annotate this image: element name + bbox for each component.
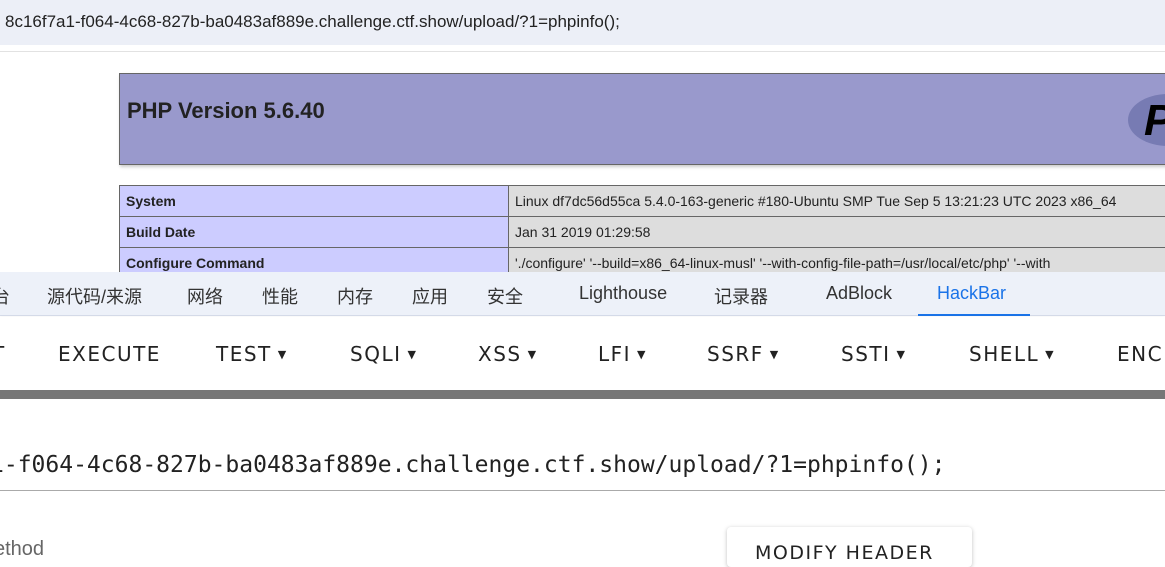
- tab-lighthouse[interactable]: Lighthouse: [579, 283, 667, 304]
- row-value: Linux df7dc56d55ca 5.4.0-163-generic #18…: [509, 186, 1165, 217]
- encoding-dropdown[interactable]: ENC: [1117, 342, 1163, 366]
- sqli-dropdown[interactable]: SQLI▼: [350, 342, 417, 366]
- input-underline: [0, 490, 1165, 491]
- shell-dropdown[interactable]: SHELL▼: [969, 342, 1055, 366]
- divider: [0, 51, 1165, 52]
- tab-network[interactable]: 网络: [187, 283, 223, 309]
- lfi-dropdown[interactable]: LFI▼: [598, 342, 647, 366]
- devtools-tabbar: 台 源代码/来源 网络 性能 内存 应用 安全 Lighthouse 记录器 A…: [0, 272, 1165, 316]
- test-dropdown[interactable]: TEST▼: [216, 342, 288, 366]
- table-row: SystemLinux df7dc56d55ca 5.4.0-163-gener…: [120, 186, 1165, 217]
- caret-down-icon: ▼: [528, 348, 538, 361]
- row-key: System: [120, 186, 509, 217]
- php-logo[interactable]: P: [1128, 94, 1165, 146]
- tab-application[interactable]: 应用: [412, 283, 448, 309]
- tab-hackbar[interactable]: HackBar: [937, 283, 1006, 304]
- caret-down-icon: ▼: [897, 348, 907, 361]
- tab-memory[interactable]: 内存: [337, 283, 373, 309]
- resize-handle[interactable]: [0, 390, 1165, 399]
- method-label: ethod: [0, 538, 44, 561]
- row-key: Build Date: [120, 217, 509, 248]
- ssti-dropdown[interactable]: SSTI▼: [841, 342, 906, 366]
- tab-security[interactable]: 安全: [487, 283, 523, 309]
- address-url[interactable]: 8c16f7a1-f064-4c68-827b-ba0483af889e.cha…: [5, 12, 620, 31]
- php-version-title: PHP Version 5.6.40: [127, 98, 325, 124]
- address-bar[interactable]: 8c16f7a1-f064-4c68-827b-ba0483af889e.cha…: [0, 0, 1165, 45]
- table-row: Build DateJan 31 2019 01:29:58: [120, 217, 1165, 248]
- ssrf-dropdown[interactable]: SSRF▼: [707, 342, 780, 366]
- tab-performance[interactable]: 性能: [262, 283, 298, 309]
- caret-down-icon: ▼: [278, 348, 288, 361]
- tab-sources[interactable]: 源代码/来源: [47, 283, 142, 309]
- execute-button[interactable]: EXECUTE: [58, 342, 161, 366]
- hackbar-url-input[interactable]: 1-f064-4c68-827b-ba0483af889e.challenge.…: [0, 452, 945, 478]
- tab-recorder[interactable]: 记录器: [714, 283, 768, 309]
- phpinfo-header: PHP Version 5.6.40 P: [119, 73, 1165, 165]
- tab-console[interactable]: 台: [0, 283, 10, 309]
- caret-down-icon: ▼: [407, 348, 417, 361]
- phpinfo-table: SystemLinux df7dc56d55ca 5.4.0-163-gener…: [119, 185, 1165, 279]
- xss-dropdown[interactable]: XSS▼: [478, 342, 538, 366]
- hackbar-toolbar: T EXECUTE TEST▼ SQLI▼ XSS▼ LFI▼ SSRF▼ SS…: [0, 317, 1165, 390]
- caret-down-icon: ▼: [637, 348, 647, 361]
- caret-down-icon: ▼: [1045, 348, 1055, 361]
- modify-header-button[interactable]: MODIFY HEADER: [727, 527, 972, 567]
- caret-down-icon: ▼: [770, 348, 780, 361]
- tab-adblock[interactable]: AdBlock: [826, 283, 892, 304]
- row-value: Jan 31 2019 01:29:58: [509, 217, 1165, 248]
- active-tab-indicator: [918, 314, 1030, 316]
- split-button[interactable]: T: [0, 342, 6, 366]
